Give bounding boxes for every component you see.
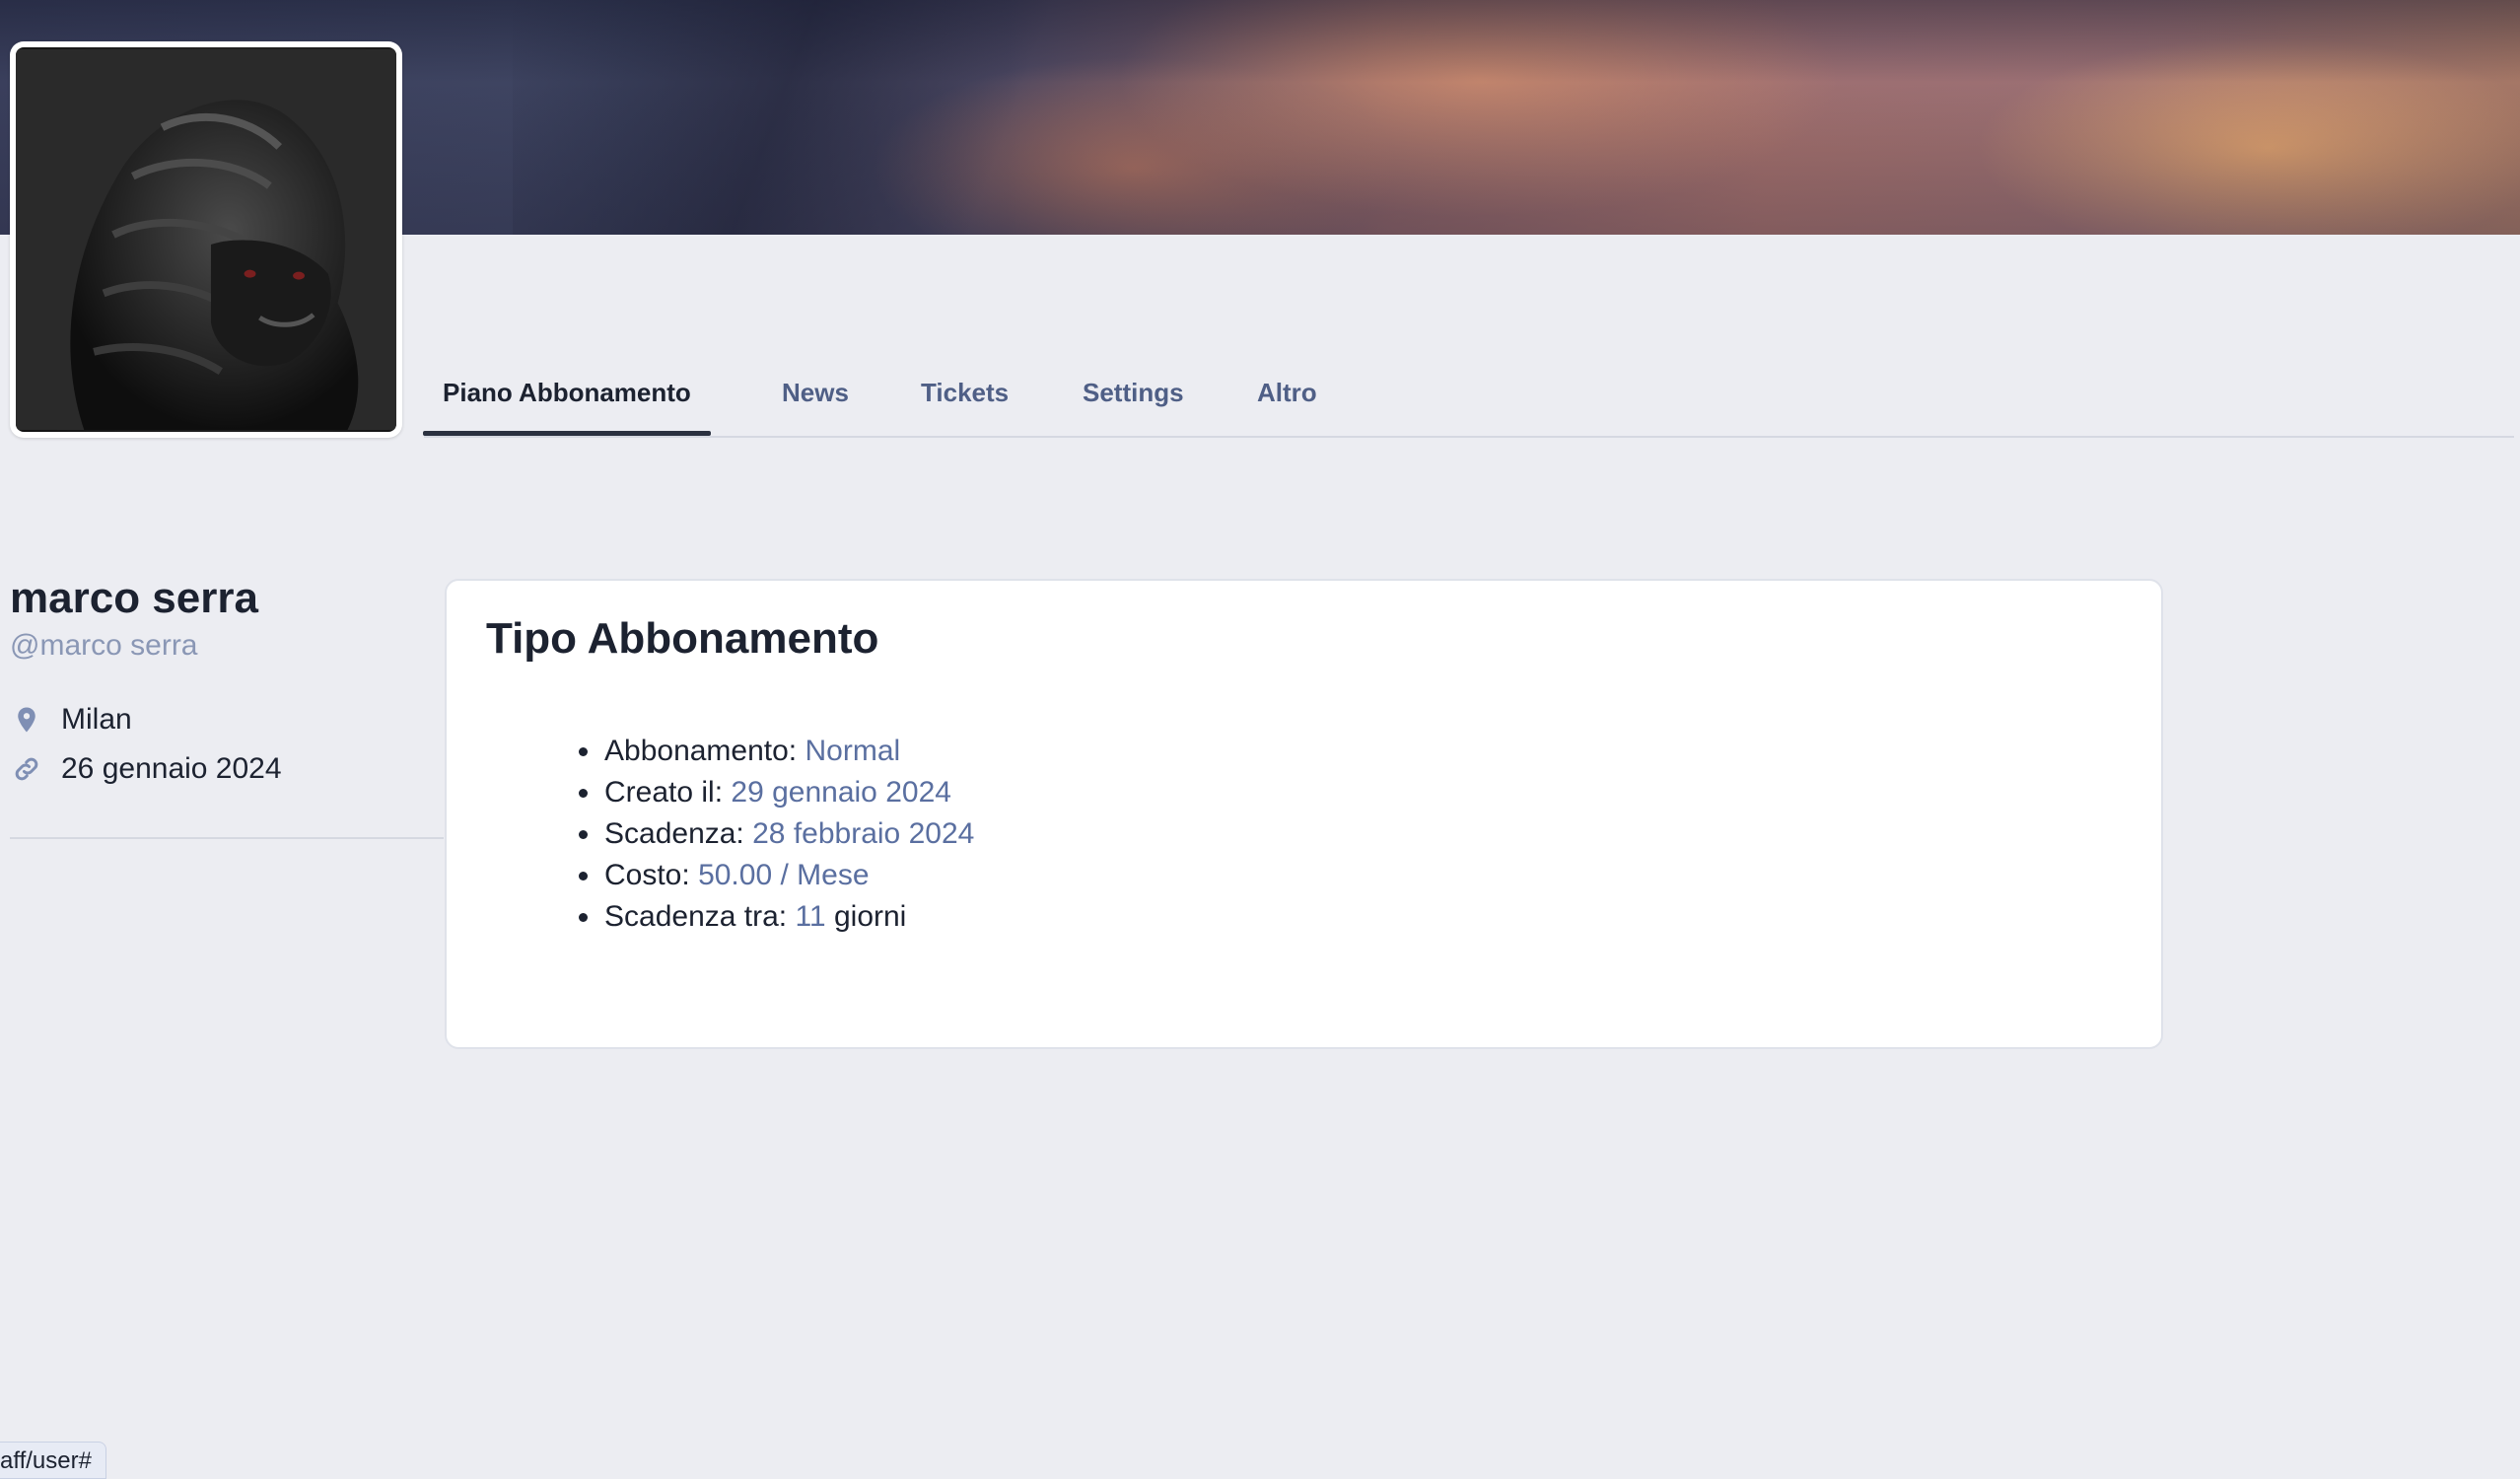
tab-altro[interactable]: Altro [1257, 365, 1317, 434]
item-label: Scadenza tra: [604, 900, 788, 933]
location-row: Milan [12, 700, 132, 740]
avatar [16, 47, 396, 432]
item-value: 11 [795, 900, 826, 933]
profile-name: marco serra [10, 574, 258, 622]
profile-page: Piano Abbonamento News Tickets Settings … [0, 0, 2520, 1479]
status-bar-link-preview: aff/user# [0, 1442, 106, 1479]
profile-handle: @marco serra [10, 629, 198, 662]
list-item-scadenza: Scadenza: 28 febbraio 2024 [578, 813, 975, 855]
item-value: 50.00 / Mese [698, 859, 870, 891]
item-label: Creato il: [604, 776, 724, 809]
item-value: 29 gennaio 2024 [731, 776, 951, 809]
item-label: Costo: [604, 859, 690, 891]
item-suffix: giorni [833, 900, 907, 933]
tab-news[interactable]: News [782, 365, 849, 434]
item-label: Abbonamento: [604, 735, 798, 767]
subscription-card: Tipo Abbonamento Abbonamento: Normal Cre… [445, 579, 2163, 1049]
list-item-abbonamento: Abbonamento: Normal [578, 731, 974, 772]
sidebar-divider [10, 837, 444, 839]
subscription-details-list: Abbonamento: Normal Creato il: 29 gennai… [578, 731, 975, 938]
avatar-frame[interactable] [10, 41, 402, 438]
joined-date-text: 26 gennaio 2024 [61, 752, 282, 785]
tab-settings[interactable]: Settings [1083, 365, 1184, 434]
tab-tickets[interactable]: Tickets [921, 365, 1009, 434]
profile-tabs: Piano Abbonamento News Tickets Settings … [423, 365, 2514, 438]
gorilla-avatar-image [16, 49, 396, 430]
location-text: Milan [61, 703, 132, 736]
list-item-costo: Costo: 50.00 / Mese [578, 855, 974, 896]
map-pin-icon [12, 705, 41, 735]
item-label: Scadenza: [604, 817, 744, 850]
card-title: Tipo Abbonamento [486, 614, 879, 663]
link-icon [12, 754, 41, 784]
list-item-scadenza-tra: Scadenza tra: 11 giorni [578, 896, 974, 938]
item-value: 28 febbraio 2024 [752, 817, 975, 850]
tab-piano-abbonamento[interactable]: Piano Abbonamento [423, 365, 711, 436]
item-value: Normal [805, 735, 901, 767]
list-item-creato: Creato il: 29 gennaio 2024 [578, 772, 974, 813]
joined-row: 26 gennaio 2024 [12, 749, 282, 789]
